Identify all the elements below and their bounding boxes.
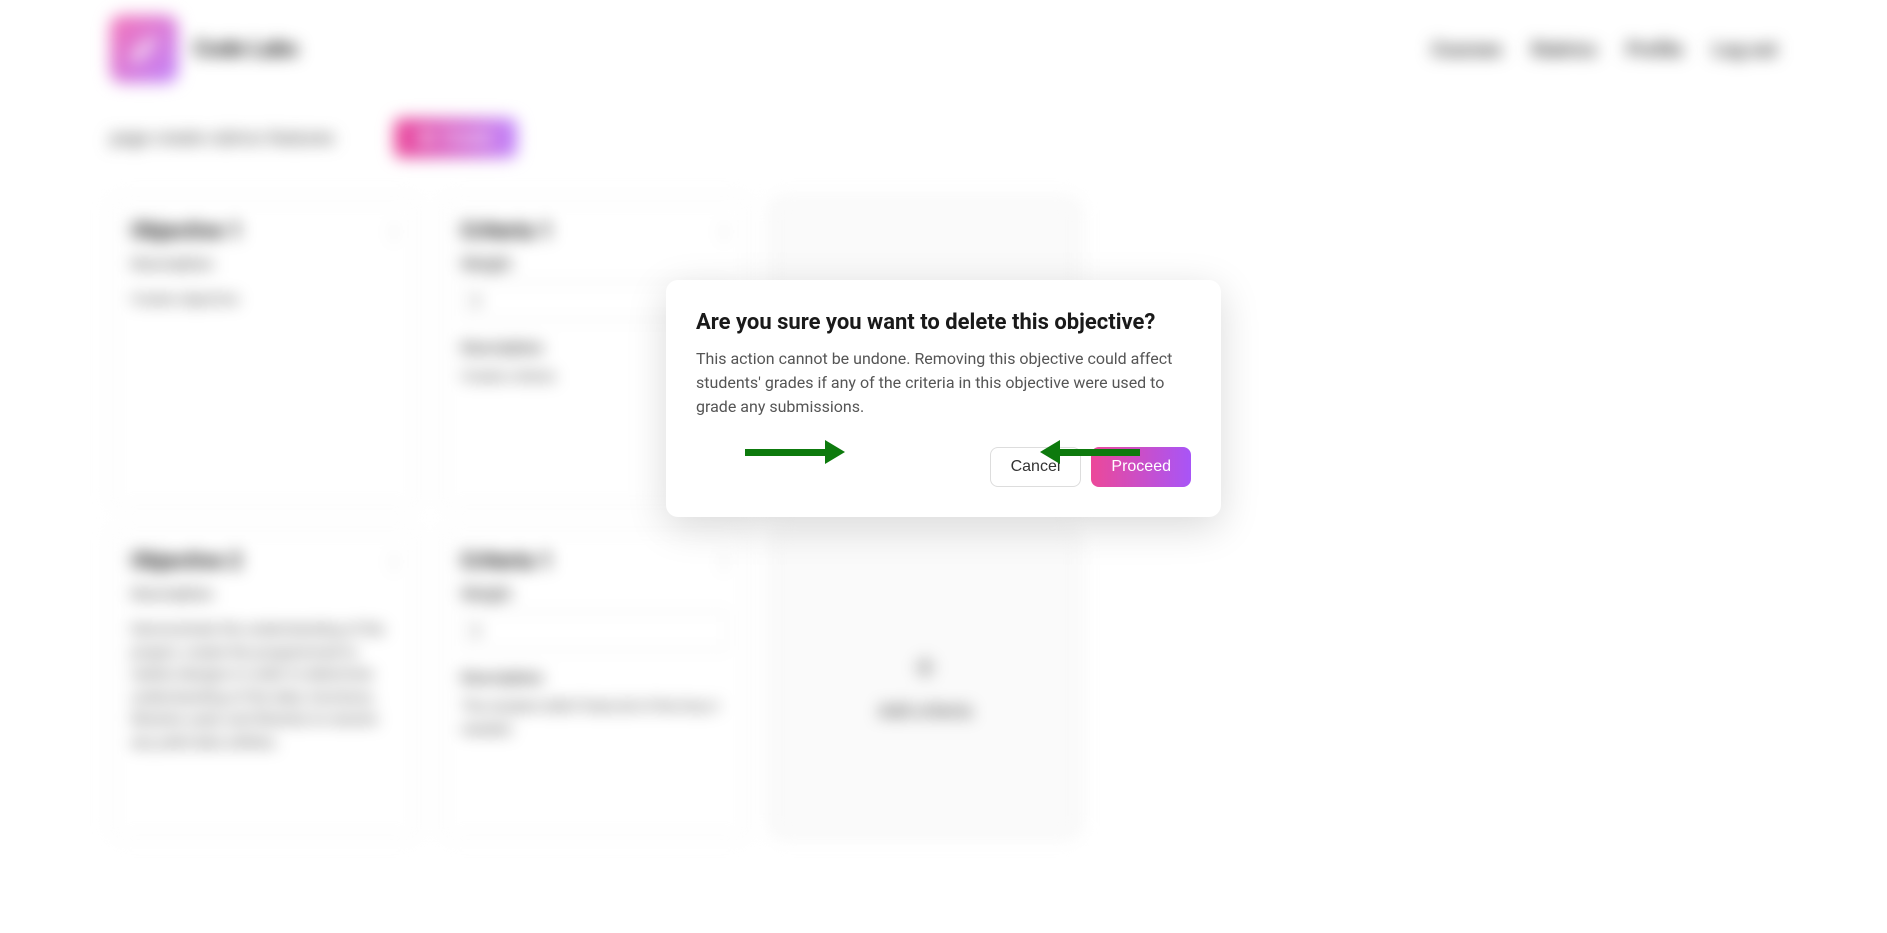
modal-overlay: Are you sure you want to delete this obj… <box>0 0 1887 933</box>
annotation-arrow-right <box>1040 440 1140 464</box>
delete-confirmation-modal: Are you sure you want to delete this obj… <box>666 280 1221 517</box>
modal-title: Are you sure you want to delete this obj… <box>696 310 1191 335</box>
annotation-arrow-left <box>745 440 845 464</box>
modal-body: This action cannot be undone. Removing t… <box>696 347 1191 419</box>
